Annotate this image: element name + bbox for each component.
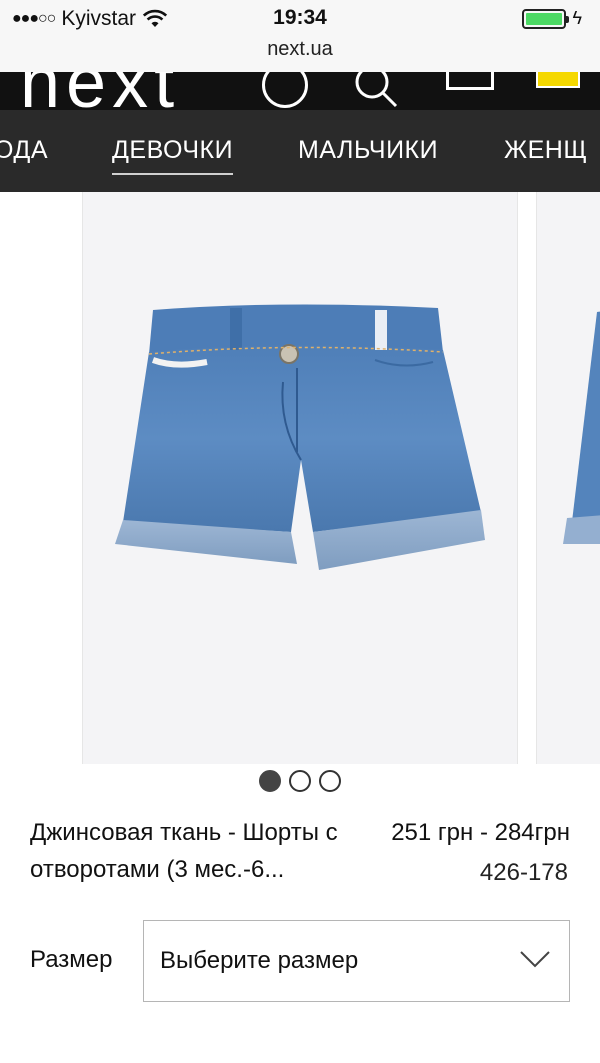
carousel-pager	[0, 770, 600, 792]
size-dropdown[interactable]: Выберите размер	[143, 920, 570, 1002]
category-tab-women[interactable]: ЖЕНЩ	[504, 136, 587, 165]
account-icon[interactable]	[262, 72, 308, 108]
category-tab-boys[interactable]: МАЛЬЧИКИ	[298, 136, 438, 165]
pager-dot[interactable]	[319, 770, 341, 792]
product-image[interactable]	[82, 192, 518, 764]
size-label: Размер	[30, 946, 113, 973]
product-image-carousel[interactable]	[0, 192, 600, 764]
product-price: 251 грн - 284грн	[391, 819, 570, 846]
basket-badge[interactable]	[536, 72, 580, 88]
bag-icon[interactable]	[446, 72, 494, 90]
url-bar[interactable]: next.ua	[0, 36, 600, 72]
product-code: 426-178	[479, 859, 568, 886]
pager-dot[interactable]	[289, 770, 311, 792]
search-icon[interactable]	[352, 72, 398, 108]
denim-shorts-image	[115, 304, 485, 570]
battery-icon	[522, 8, 570, 29]
pager-dot[interactable]	[259, 770, 281, 792]
charging-bolt-icon: ϟ	[572, 8, 582, 28]
category-tab-girls[interactable]: ДЕВОЧКИ	[112, 136, 234, 175]
status-bar: ●●●○○ Kyivstar 19:34 ϟ	[0, 0, 600, 36]
product-title[interactable]: Джинсовая ткань - Шорты с отворотами (3 …	[30, 814, 370, 888]
site-logo[interactable]: next	[20, 72, 180, 110]
next-product-image[interactable]	[536, 192, 600, 764]
clock: 19:34	[273, 6, 327, 29]
site-header: next	[0, 72, 600, 110]
category-tab-baby[interactable]: ОДА	[0, 136, 48, 165]
chevron-down-icon	[520, 951, 550, 968]
category-nav: ОДА ДЕВОЧКИ МАЛЬЧИКИ ЖЕНЩ	[0, 110, 600, 192]
battery-indicator: ϟ	[522, 8, 582, 29]
size-dropdown-placeholder: Выберите размер	[160, 947, 359, 974]
